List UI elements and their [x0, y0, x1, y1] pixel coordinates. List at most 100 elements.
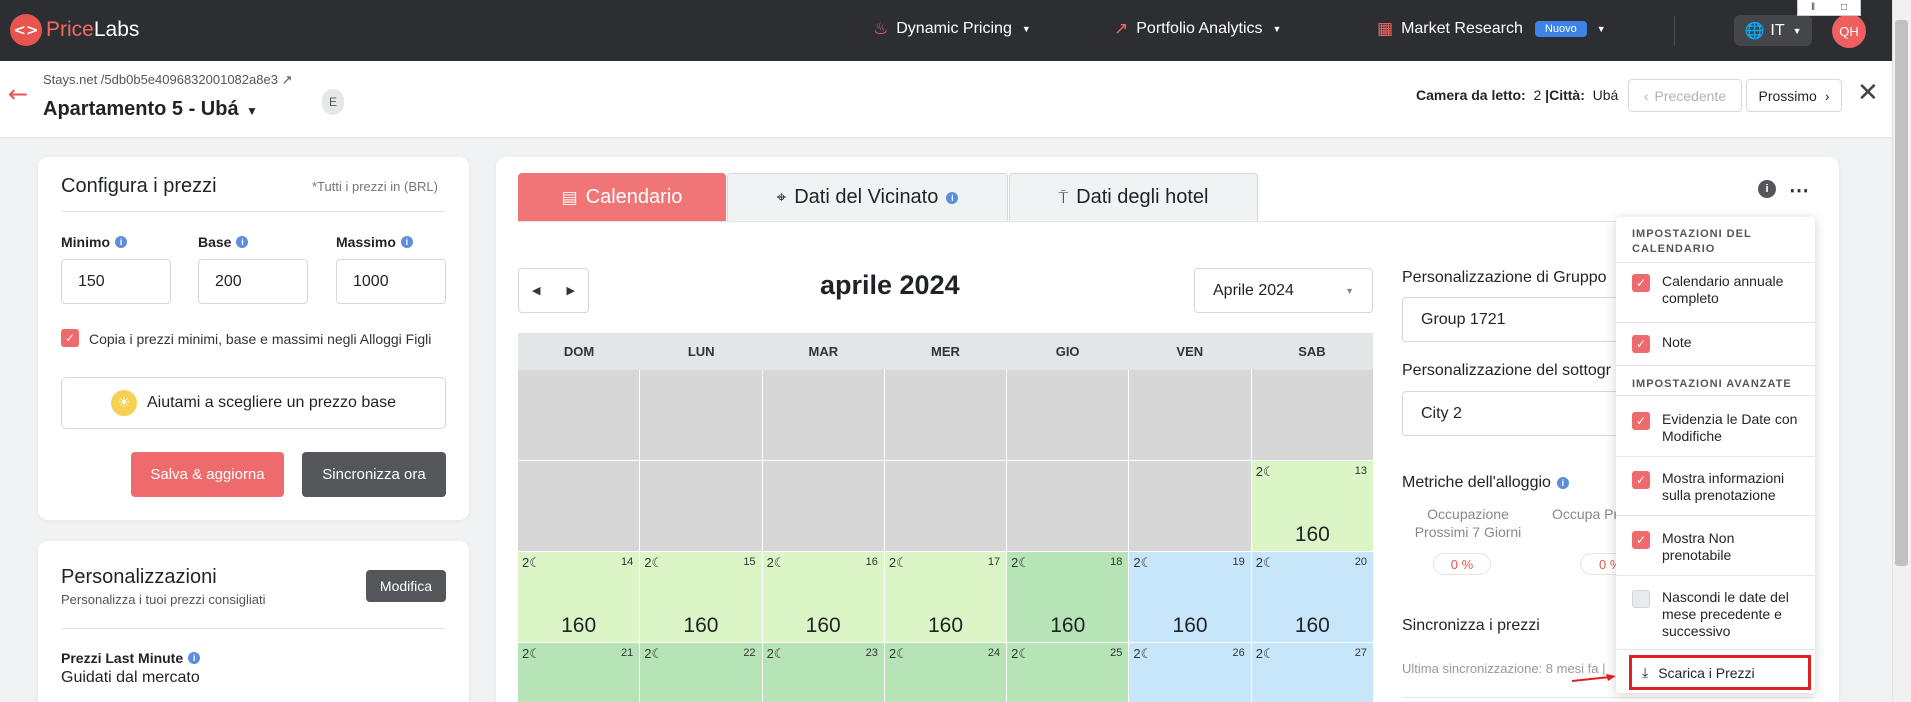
brand-name[interactable]: PriceLabs — [46, 18, 139, 42]
menu-item-highlight-changes[interactable]: ✓ Evidenzia le Date con Modifiche — [1616, 411, 1815, 445]
min-label-text: Minimo — [61, 234, 110, 250]
min-stay-indicator: 2☾ — [522, 555, 541, 571]
checkbox-checked[interactable]: ✓ — [1632, 531, 1650, 549]
save-update-button[interactable]: Salva & aggiorna — [131, 452, 284, 497]
copy-prices-label: Copia i prezzi minimi, base e massimi ne… — [89, 331, 432, 347]
calendar-day-empty[interactable] — [1129, 461, 1251, 551]
calendar-day-empty[interactable] — [762, 461, 884, 551]
property-title[interactable]: Apartamento 5 - Ubá — [43, 98, 239, 121]
next-label: Prossimo — [1758, 87, 1817, 104]
info-icon[interactable]: i — [188, 652, 201, 664]
tab-hotel-data[interactable]: ⍑ Dati degli hotel — [1009, 173, 1258, 221]
menu-item-booking-info[interactable]: ✓ Mostra informazioni sulla prenotazione — [1616, 470, 1815, 504]
room-info: Camera da letto: 2 |Città: Ubá — [1416, 87, 1618, 103]
calendar-day-empty[interactable] — [518, 370, 640, 460]
chevron-down-icon[interactable]: ▼ — [246, 104, 258, 118]
nav-portfolio-analytics[interactable]: ↗ Portfolio Analytics ▼ — [1114, 19, 1281, 39]
min-price-input[interactable]: 150 — [61, 259, 171, 304]
calendar-day-17[interactable]: 2☾ 17 160 — [884, 552, 1007, 642]
min-stay-value: 2 — [766, 555, 774, 570]
previous-month-icon[interactable]: ◀ — [532, 284, 540, 297]
month-title: aprile 2024 — [820, 270, 960, 300]
menu-divider — [1616, 456, 1815, 457]
checkbox-checked[interactable]: ✓ — [1632, 471, 1650, 489]
info-icon[interactable]: i — [400, 236, 413, 248]
help-base-price-button[interactable]: ☀ Aiutami a scegliere un prezzo base — [61, 377, 446, 429]
calendar-day-empty[interactable] — [884, 461, 1007, 551]
calendar-day-empty[interactable] — [1007, 370, 1129, 460]
min-stay-indicator: 2☾ — [1133, 646, 1152, 662]
breadcrumb[interactable]: Stays.net /5db0b5e4096832001082a8e3 ↗ — [43, 72, 292, 88]
copy-prices-checkbox[interactable]: ✓ — [61, 329, 79, 347]
calendar-day-21[interactable]: 2☾ 21 — [518, 643, 640, 702]
calendar-day-empty[interactable] — [1007, 461, 1129, 551]
nav-market-research[interactable]: ▦ Market Research Nuovo ▼ — [1377, 19, 1606, 39]
calendar-day-13[interactable]: 2☾ 13 160 — [1251, 461, 1373, 551]
calendar-day-empty[interactable] — [640, 370, 762, 460]
day-number: 18 — [1110, 556, 1123, 568]
menu-item-hide-adjacent[interactable]: Nascondi le date del mese precedente e s… — [1616, 589, 1815, 640]
info-icon[interactable]: i — [1758, 180, 1776, 198]
download-prices-button[interactable]: ⤓ Scarica i Prezzi — [1629, 655, 1811, 690]
more-options-icon[interactable]: ⋯ — [1789, 178, 1810, 203]
next-month-icon[interactable]: ▶ — [567, 284, 575, 297]
sync-now-button[interactable]: Sincronizza ora — [302, 452, 446, 497]
calendar-day-empty[interactable] — [518, 461, 640, 551]
calendar-day-20[interactable]: 2☾ 20 160 — [1251, 552, 1373, 642]
group-select[interactable]: Group 1721 — [1402, 297, 1622, 342]
configure-title: Configura i prezzi — [61, 175, 217, 197]
calendar-day-16[interactable]: 2☾ 16 160 — [762, 552, 884, 642]
pricelabs-logo[interactable]: <> — [10, 14, 42, 46]
checkbox-unchecked[interactable] — [1632, 590, 1650, 608]
previous-button[interactable]: ‹ Precedente — [1628, 79, 1742, 112]
checkbox-checked[interactable]: ✓ — [1632, 335, 1650, 353]
next-button[interactable]: Prossimo › — [1746, 79, 1842, 112]
back-arrow-icon[interactable]: ← — [8, 80, 28, 108]
user-avatar[interactable]: QH — [1832, 14, 1866, 48]
calendar-day-empty[interactable] — [1129, 370, 1251, 460]
menu-item-unbookable[interactable]: ✓ Mostra Non prenotabile — [1616, 530, 1815, 564]
calendar-day-empty[interactable] — [762, 370, 884, 460]
maximize-icon[interactable]: □ — [1841, 2, 1847, 13]
info-icon[interactable]: i — [946, 191, 959, 204]
month-select[interactable]: Aprile 2024 ▼ — [1194, 268, 1373, 313]
tab-neighborhood-label: Dati del Vicinato — [794, 186, 939, 208]
calendar-day-24[interactable]: 2☾ 24 — [884, 643, 1007, 702]
language-selector[interactable]: 🌐 IT ▼ — [1734, 15, 1812, 46]
calendar-day-23[interactable]: 2☾ 23 — [762, 643, 884, 702]
calendar-day-22[interactable]: 2☾ 22 — [640, 643, 762, 702]
calendar-day-14[interactable]: 2☾ 14 160 — [518, 552, 640, 642]
menu-item-label: Nascondi le date del mese precedente e s… — [1662, 589, 1789, 639]
calendar-day-empty[interactable] — [640, 461, 762, 551]
window-controls[interactable]: ‖ □ — [1797, 0, 1861, 16]
calendar-day-empty[interactable] — [884, 370, 1007, 460]
info-icon[interactable]: i — [236, 236, 249, 248]
external-link-icon[interactable]: ↗ — [282, 73, 293, 88]
close-icon[interactable]: ✕ — [1857, 78, 1879, 108]
tab-calendar[interactable]: ▤ Calendario — [518, 173, 726, 221]
currency-note: *Tutti i prezzi in (BRL) — [312, 179, 438, 194]
day-number: 27 — [1354, 647, 1367, 659]
calendar-day-15[interactable]: 2☾ 15 160 — [640, 552, 762, 642]
base-price-input[interactable]: 200 — [198, 259, 308, 304]
nav-dynamic-pricing[interactable]: ♨ Dynamic Pricing ▼ — [873, 19, 1031, 39]
calendar-day-empty[interactable] — [1251, 370, 1373, 460]
scrollbar-thumb[interactable] — [1895, 20, 1908, 566]
info-icon[interactable]: i — [115, 236, 127, 248]
calendar-day-26[interactable]: 2☾ 26 — [1129, 643, 1251, 702]
pause-icon[interactable]: ‖ — [1811, 2, 1815, 13]
menu-item-full-year[interactable]: ✓ Calendario annuale completo — [1616, 273, 1815, 307]
checkbox-checked[interactable]: ✓ — [1632, 412, 1650, 430]
calendar-day-27[interactable]: 2☾ 27 — [1251, 643, 1373, 702]
edit-customizations-button[interactable]: Modifica — [366, 570, 446, 602]
menu-item-notes[interactable]: ✓ Note — [1616, 334, 1815, 353]
calendar-day-25[interactable]: 2☾ 25 — [1007, 643, 1129, 702]
max-price-input[interactable]: 1000 — [336, 259, 446, 304]
calendar-day-19[interactable]: 2☾ 19 160 — [1129, 552, 1251, 642]
subgroup-select[interactable]: City 2 — [1402, 391, 1622, 436]
tab-calendar-label: Calendario — [585, 186, 683, 208]
tab-neighborhood-data[interactable]: ⌖ Dati del Vicinato i — [727, 173, 1008, 221]
calendar-day-18[interactable]: 2☾ 18 160 — [1007, 552, 1129, 642]
info-icon[interactable]: i — [1556, 477, 1569, 489]
checkbox-checked[interactable]: ✓ — [1632, 274, 1650, 292]
